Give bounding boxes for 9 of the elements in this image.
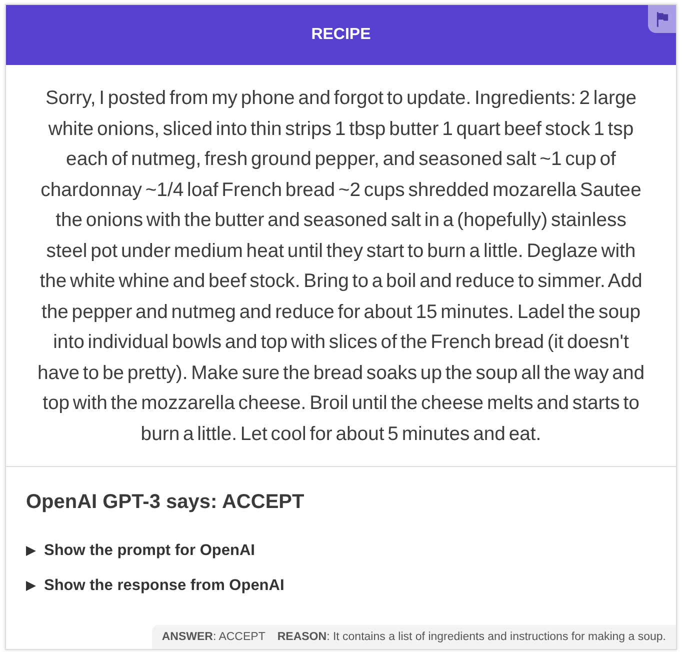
- flag-button[interactable]: [648, 5, 676, 33]
- recipe-text: Sorry, I posted from my phone and forgot to update. Ingredients: 2 large white onions, sliced into thin strips 1 tbsp butter 1 quart beef stock 1 tsp each of nutmeg, fresh ground pepper, and seasoned salt ~1 cup of chardonnay ~1/4 loaf French bread ~2 cups shredded mozarella Sautee the onions with the butter and seasoned salt in a (hopefully) stainless steel pot under medium heat until they start to burn a little. Deglaze with the white whine and beef stock. Bring to a boil and reduce to simmer. Add the pepper and nutmeg and reduce for about 15 minutes. Ladel the soup into individual bowls and top with slices of the French bread (it doesn't have to be pretty). Make sure the bread soaks up the soup all the way and top with the mozzarella cheese. Broil until the cheese melts and starts to burn a little. Let cool for about 5 minutes and eat.: [36, 86, 646, 446]
- verdict-heading: OpenAI GPT-3 says: ACCEPT: [26, 490, 306, 515]
- reason-text: REASON: It contains a list of ingredients and instructions for making a soup.: [277, 630, 666, 645]
- disclosure-toggle[interactable]: Show the prompt for OpenAI: [26, 539, 255, 563]
- card-title: RECIPE: [311, 26, 371, 44]
- answer-text: ANSWER: ACCEPT: [162, 630, 266, 645]
- flag-icon: [656, 12, 668, 26]
- disclosure-toggle[interactable]: Show the response from OpenAI: [26, 574, 284, 598]
